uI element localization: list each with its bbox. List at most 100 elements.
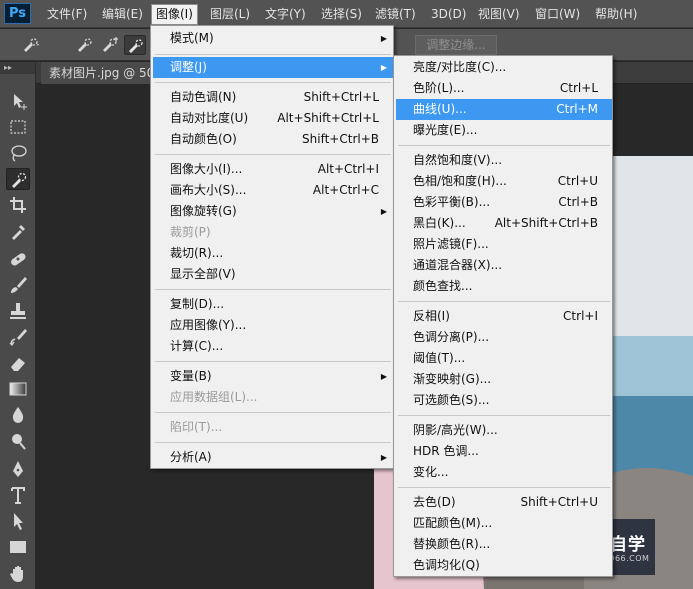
menu-type[interactable]: 文字(Y) [264, 5, 307, 24]
pen-tool[interactable] [6, 458, 30, 480]
submenu-arrow-icon: ▶ [380, 207, 387, 216]
menu-item-auto-contrast[interactable]: 自动对比度(U) Alt+Shift+Ctrl+L [153, 108, 393, 129]
eyedropper-tool[interactable] [6, 220, 30, 242]
path-selection-tool[interactable] [6, 510, 30, 532]
type-tool[interactable] [6, 484, 30, 506]
menu-select[interactable]: 选择(S) [320, 5, 363, 24]
subtract-from-selection-button[interactable] [124, 35, 146, 55]
menu-item-reveal-all[interactable]: 显示全部(V) [153, 264, 393, 285]
quick-selection-icon [12, 172, 27, 188]
menu-item-canvas-size[interactable]: 画布大小(S)... Alt+Ctrl+C [153, 180, 393, 201]
menu-item-desaturate[interactable]: 去色(D) Shift+Ctrl+U [396, 492, 612, 513]
menu-item-selective-color[interactable]: 可选颜色(S)... [396, 390, 612, 411]
menu-item-exposure[interactable]: 曝光度(E)... [396, 120, 612, 141]
menu-item-match-color[interactable]: 匹配颜色(M)... [396, 513, 612, 534]
menu-item-channel-mixer[interactable]: 通道混合器(X)... [396, 255, 612, 276]
menu-separator [155, 412, 391, 413]
menu-item-curves[interactable]: 曲线(U)... Ctrl+M [396, 99, 612, 120]
menu-item-apply-data-set: 应用数据组(L)... [170, 390, 258, 404]
menu-item-trim[interactable]: 裁切(R)... [153, 243, 393, 264]
image-menu-dropdown: 模式(M) ▶ 调整(J) ▶ 自动色调(N) Shift+Ctrl+L 自动对比度(… [150, 25, 394, 469]
quick-selection-tool[interactable] [6, 168, 30, 190]
menu-item-auto-color[interactable]: 自动颜色(O) Shift+Ctrl+B [153, 129, 393, 150]
document-tab[interactable]: 素材图片.jpg @ 50 [41, 62, 156, 84]
menu-item-photo-filter[interactable]: 照片滤镜(F)... [396, 234, 612, 255]
menu-item-image-rotation[interactable]: 图像旋转(G) ▶ [153, 201, 393, 222]
clone-stamp-tool[interactable] [6, 300, 30, 322]
menu-item-shadows-highlights[interactable]: 阴影/高光(W)... [396, 420, 612, 441]
menu-item-adjustments[interactable]: 调整(J) ▶ [153, 57, 393, 78]
menu-item-brightness-contrast[interactable]: 亮度/对比度(C)... [396, 57, 612, 78]
type-icon [11, 487, 25, 504]
tools-panel: ▸▸ [0, 62, 36, 589]
menu-item-apply-image[interactable]: 应用图像(Y)... [153, 315, 393, 336]
gradient-tool[interactable] [6, 378, 30, 400]
menu-item-image-size[interactable]: 图像大小(I)... Alt+Ctrl+I [153, 159, 393, 180]
menu-item-hdr-toning[interactable]: HDR 色调... [396, 441, 612, 462]
brush-tool[interactable] [6, 274, 30, 296]
eraser-icon [11, 358, 25, 371]
menu-item-levels[interactable]: 色阶(L)... Ctrl+L [396, 78, 612, 99]
menu-separator [155, 361, 391, 362]
move-icon [14, 94, 27, 110]
marquee-icon [10, 120, 26, 134]
menu-item-replace-color[interactable]: 替换颜色(R)... [396, 534, 612, 555]
menu-item-analysis[interactable]: 分析(A) ▶ [153, 447, 393, 468]
tools-collapse-handle[interactable]: ▸▸ [0, 62, 35, 74]
menu-item-calculations[interactable]: 计算(C)... [153, 336, 393, 357]
marquee-tool[interactable] [6, 116, 30, 138]
menu-view[interactable]: 视图(V) [477, 5, 521, 24]
history-brush-icon [9, 329, 27, 346]
menu-item-color-lookup[interactable]: 颜色查找... [396, 276, 612, 297]
menu-help[interactable]: 帮助(H) [594, 5, 638, 24]
dodge-tool[interactable] [6, 430, 30, 452]
menu-3d[interactable]: 3D(D) [430, 5, 467, 24]
menu-separator [155, 54, 391, 55]
menu-window[interactable]: 窗口(W) [534, 5, 581, 24]
menu-item-mode[interactable]: 模式(M) ▶ [153, 28, 393, 49]
blur-tool[interactable] [6, 404, 30, 426]
menu-item-vibrance[interactable]: 自然饱和度(V)... [396, 150, 612, 171]
crop-icon [10, 197, 26, 213]
crop-tool[interactable] [6, 194, 30, 216]
brush-subtract-icon [129, 39, 143, 53]
menu-item-equalize[interactable]: 色调均化(Q) [396, 555, 612, 576]
menu-item-trap: 陷印(T)... [170, 420, 223, 434]
hand-icon [10, 566, 23, 582]
menu-item-auto-tone[interactable]: 自动色调(N) Shift+Ctrl+L [153, 87, 393, 108]
menu-item-posterize[interactable]: 色调分离(P)... [396, 327, 612, 348]
healing-brush-tool[interactable] [6, 248, 30, 270]
tool-preset-picker[interactable] [20, 35, 42, 55]
menu-filter[interactable]: 滤镜(T) [374, 5, 417, 24]
menu-item-threshold[interactable]: 阈值(T)... [396, 348, 612, 369]
menu-item-color-balance[interactable]: 色彩平衡(B)... Ctrl+B [396, 192, 612, 213]
menu-item-duplicate[interactable]: 复制(D)... [153, 294, 393, 315]
move-tool[interactable] [6, 90, 30, 112]
rectangle-tool[interactable] [6, 536, 30, 558]
eraser-tool[interactable] [6, 352, 30, 374]
menu-file[interactable]: 文件(F) [46, 5, 88, 24]
menu-bar: Ps 文件(F) 编辑(E) 图像(I) 图层(L) 文字(Y) 选择(S) 滤… [0, 0, 693, 28]
menu-edit[interactable]: 编辑(E) [101, 5, 144, 24]
menu-layer[interactable]: 图层(L) [209, 5, 251, 24]
adjustments-submenu: 亮度/对比度(C)... 色阶(L)... Ctrl+L 曲线(U)... Ctrl… [393, 55, 613, 577]
menu-item-invert[interactable]: 反相(I) Ctrl+I [396, 306, 612, 327]
menu-item-variables[interactable]: 变量(B) ▶ [153, 366, 393, 387]
menu-image[interactable]: 图像(I) [151, 4, 198, 25]
menu-separator [155, 289, 391, 290]
history-brush-tool[interactable] [6, 326, 30, 348]
new-selection-button[interactable] [74, 35, 96, 55]
add-to-selection-button[interactable] [99, 35, 121, 55]
menu-item-hue-saturation[interactable]: 色相/饱和度(H)... Ctrl+U [396, 171, 612, 192]
menu-item-variations[interactable]: 变化... [396, 462, 612, 483]
refine-edge-button[interactable]: 调整边缘... [415, 35, 497, 55]
lasso-tool[interactable] [6, 142, 30, 164]
brush-icon [11, 277, 27, 293]
hand-tool[interactable] [6, 562, 30, 584]
brush-add-icon [103, 37, 118, 52]
menu-item-gradient-map[interactable]: 渐变映射(G)... [396, 369, 612, 390]
blur-drop-icon [12, 407, 24, 423]
lasso-icon [11, 145, 27, 162]
eyedropper-icon [12, 225, 25, 240]
menu-item-black-white[interactable]: 黑白(K)... Alt+Shift+Ctrl+B [396, 213, 612, 234]
